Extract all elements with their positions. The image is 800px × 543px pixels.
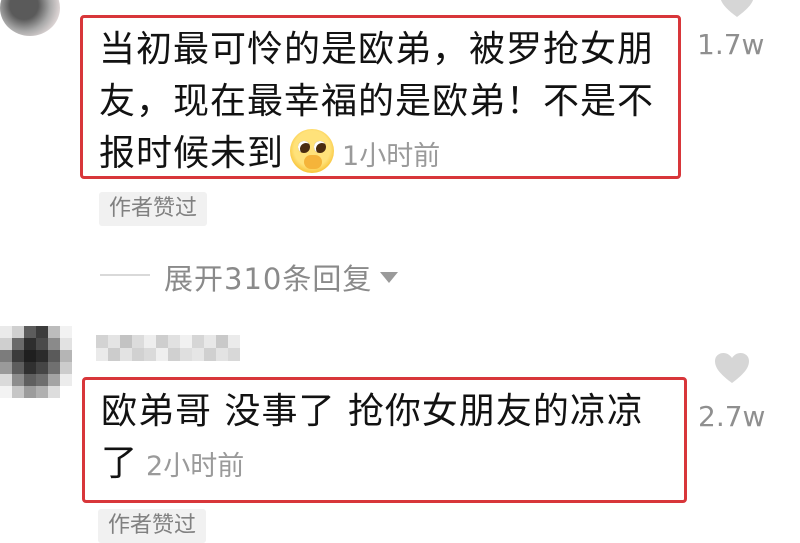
comment-text: 当初最可怜的是欧弟，被罗抢女朋友，现在最幸福的是欧弟！不是不报时候未到 1小时前	[99, 24, 664, 183]
comment-highlight-box: 当初最可怜的是欧弟，被罗抢女朋友，现在最幸福的是欧弟！不是不报时候未到 1小时前	[80, 15, 681, 179]
expand-divider	[100, 274, 150, 276]
commenter-username-blurred[interactable]	[96, 335, 244, 361]
comment-highlight-box: 欧弟哥 没事了 抢你女朋友的凉凉了 2小时前	[82, 377, 687, 503]
like-heart-icon[interactable]	[719, 0, 755, 18]
commenter-avatar[interactable]	[0, 0, 60, 36]
author-liked-badge: 作者赞过	[99, 192, 208, 226]
comment-time: 2小时前	[146, 451, 245, 482]
expand-replies-label: 展开310条回复	[164, 262, 373, 296]
like-heart-icon[interactable]	[714, 352, 750, 384]
comment-time: 1小时前	[342, 141, 441, 172]
commenter-avatar[interactable]	[0, 326, 72, 398]
pleading-face-emoji-icon	[290, 129, 335, 173]
caret-down-icon	[380, 271, 399, 283]
like-count: 2.7w	[698, 400, 766, 433]
author-liked-badge: 作者赞过	[98, 509, 207, 543]
comment-text: 欧弟哥 没事了 抢你女朋友的凉凉了 2小时前	[101, 386, 670, 493]
expand-replies-button[interactable]: 展开310条回复	[164, 256, 399, 298]
like-count: 1.7w	[697, 28, 765, 61]
